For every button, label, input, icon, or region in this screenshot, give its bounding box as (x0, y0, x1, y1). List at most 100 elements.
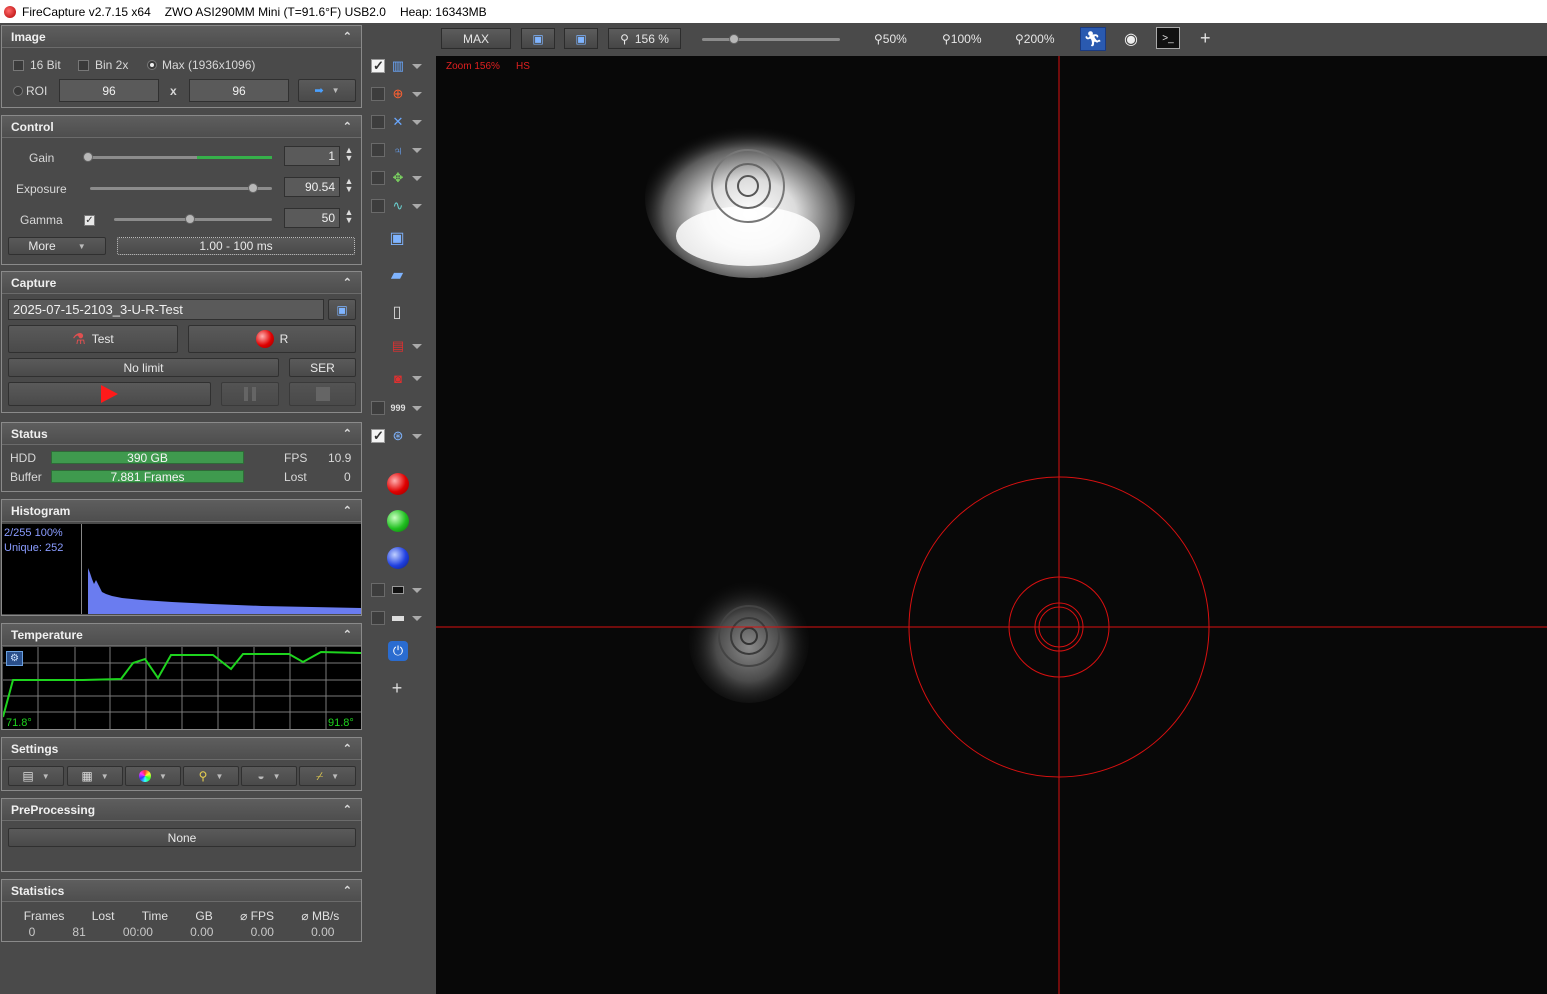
histogram-panel-header[interactable]: Histogram ⌃ (2, 500, 361, 522)
max-radio[interactable] (147, 60, 157, 70)
color-settings-button[interactable]: ▼ (125, 766, 181, 786)
zoom-200-button[interactable]: ⚲200% (1015, 32, 1055, 46)
16bit-checkbox[interactable] (13, 60, 24, 71)
exposure-spinner[interactable]: ▲ ▼ (343, 177, 355, 194)
gain-spinner[interactable]: ▲ ▼ (343, 146, 355, 163)
stop-capture-button[interactable] (289, 382, 356, 406)
collapse-icon[interactable]: ⌃ (343, 628, 352, 641)
collapse-icon[interactable]: ⌃ (343, 276, 352, 289)
temperature-panel-header[interactable]: Temperature ⌃ (2, 624, 361, 646)
move-arrows-icon[interactable]: ✥ (389, 169, 407, 187)
more-dropdown[interactable]: More ▼ (8, 237, 106, 255)
telescope-settings-button[interactable]: ⌿ ▼ (299, 766, 356, 786)
roi-height-input[interactable]: 96 (189, 79, 289, 102)
waveform-tool-checkbox[interactable] (371, 199, 385, 213)
collapse-icon[interactable]: ⌃ (343, 884, 352, 897)
chevron-down-icon[interactable] (412, 344, 422, 349)
temperature-settings-icon[interactable]: ⚙ (6, 651, 23, 666)
chevron-down-icon[interactable] (412, 64, 422, 69)
tracking-tool-checkbox[interactable] (371, 115, 385, 129)
collapse-icon[interactable]: ⌃ (343, 30, 352, 43)
capture-filename-input[interactable]: 2025-07-15-2103_3-U-R-Test (8, 299, 324, 320)
align-tool-checkbox[interactable] (371, 171, 385, 185)
dark-frame-icon[interactable]: ▤ (389, 337, 407, 355)
camera-snapshot-button[interactable]: ▣ (328, 299, 356, 320)
capture-panel-header[interactable]: Capture ⌃ (2, 272, 361, 294)
gain-input[interactable]: 1 (284, 146, 340, 166)
collapse-icon[interactable]: ⌃ (343, 742, 352, 755)
zoom-level-button[interactable]: ⚲ 156 % (608, 28, 681, 49)
trash-icon[interactable]: ▯ (388, 303, 406, 321)
recording-button[interactable]: ◉ (1118, 27, 1144, 51)
test-capture-button[interactable]: ⚗ Test (8, 325, 178, 353)
roi-radio[interactable] (13, 86, 23, 96)
chevron-down-icon[interactable] (412, 92, 422, 97)
chevron-down-icon[interactable] (412, 406, 422, 411)
bar-chart-icon[interactable]: ▥ (389, 57, 407, 75)
flat-frame-icon[interactable]: ◙ (389, 369, 407, 387)
power-icon[interactable]: ⏻ (388, 641, 408, 661)
preprocessing-panel-header[interactable]: PreProcessing ⌃ (2, 799, 361, 821)
overlay-bar-checkbox[interactable] (371, 611, 385, 625)
table-settings-button[interactable]: ▦ ▼ (67, 766, 123, 786)
jupiter-symbol-icon[interactable]: ♃ (389, 141, 407, 159)
gauge-settings-button[interactable]: ◒ ▼ (241, 766, 297, 786)
red-filter-ball-icon[interactable] (387, 473, 409, 495)
control-panel-header[interactable]: Control ⌃ (2, 116, 361, 138)
collapse-icon[interactable]: ⌃ (343, 120, 352, 133)
add-toolbar-button[interactable]: + (1200, 28, 1211, 49)
cross-tool-icon[interactable]: ✕ (389, 113, 407, 131)
folder-icon[interactable]: ▰ (388, 266, 406, 284)
exposure-range-button[interactable]: 1.00 - 100 ms (117, 237, 355, 255)
gamma-slider-knob[interactable] (185, 214, 195, 224)
blue-filter-ball-icon[interactable] (387, 547, 409, 569)
capture-limit-button[interactable]: No limit (8, 358, 279, 377)
exposure-slider-knob[interactable] (248, 183, 258, 193)
roi-width-input[interactable]: 96 (59, 79, 159, 102)
chevron-down-icon[interactable] (412, 204, 422, 209)
roi-apply-button[interactable]: ➡ ▼ (298, 79, 356, 102)
jupiter-tool-checkbox[interactable] (371, 143, 385, 157)
exposure-slider[interactable] (90, 187, 272, 190)
target-tool-checkbox[interactable] (371, 428, 385, 444)
chevron-down-icon[interactable] (412, 148, 422, 153)
fit-screen-button[interactable]: ▣ (521, 28, 555, 49)
black-frame-checkbox[interactable] (371, 583, 385, 597)
full-screen-button[interactable]: ▣ (564, 28, 598, 49)
crosshair-tool-checkbox[interactable] (371, 87, 385, 101)
chevron-down-icon[interactable] (412, 588, 422, 593)
collapse-icon[interactable]: ⌃ (343, 504, 352, 517)
chevron-down-icon[interactable] (412, 616, 422, 621)
start-capture-button[interactable] (8, 382, 211, 406)
target-icon[interactable]: ⊛ (389, 427, 407, 445)
black-rect-icon[interactable] (389, 581, 407, 599)
statistics-panel-header[interactable]: Statistics ⌃ (2, 880, 361, 902)
chevron-down-icon[interactable] (412, 176, 422, 181)
focus-settings-button[interactable]: ⚲ ▼ (183, 766, 239, 786)
reticle-icon[interactable]: ⊕ (389, 85, 407, 103)
chevron-down-icon[interactable] (412, 120, 422, 125)
image-viewer[interactable]: Zoom 156% HS (436, 56, 1547, 994)
console-button[interactable]: >_ (1156, 27, 1180, 49)
image-panel-header[interactable]: Image ⌃ (2, 26, 361, 48)
profile-settings-button[interactable]: ▤ ▼ (8, 766, 64, 786)
filter-r-button[interactable]: R (188, 325, 356, 353)
zoom-50-button[interactable]: ⚲50% (874, 32, 907, 46)
exposure-input[interactable]: 90.54 (284, 177, 340, 197)
capture-format-button[interactable]: SER (289, 358, 356, 377)
status-panel-header[interactable]: Status ⌃ (2, 423, 361, 445)
runner-button[interactable]: 🏃︎ (1080, 27, 1106, 51)
pause-capture-button[interactable] (221, 382, 279, 406)
green-filter-ball-icon[interactable] (387, 510, 409, 532)
gain-slider-knob[interactable] (83, 152, 93, 162)
counter-icon[interactable]: 999 (389, 399, 407, 417)
histogram-tool-checkbox[interactable] (371, 58, 385, 74)
counter-tool-checkbox[interactable] (371, 401, 385, 415)
waveform-icon[interactable]: ∿ (389, 197, 407, 215)
snapshot-icon[interactable]: ▣ (388, 229, 406, 247)
preprocessing-select[interactable]: None (8, 828, 356, 847)
chevron-down-icon[interactable] (412, 376, 422, 381)
bin2x-checkbox[interactable] (78, 60, 89, 71)
chevron-down-icon[interactable] (412, 434, 422, 439)
zoom-slider[interactable] (702, 38, 840, 41)
